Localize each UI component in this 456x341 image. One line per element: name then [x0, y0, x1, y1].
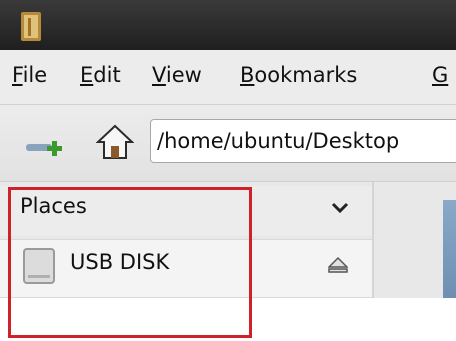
- menu-file[interactable]: File: [12, 63, 47, 87]
- menu-edit[interactable]: Edit: [80, 63, 121, 87]
- eject-icon[interactable]: [328, 256, 348, 274]
- home-icon[interactable]: [96, 124, 134, 160]
- window-titlebar: [0, 0, 456, 50]
- new-tab-icon[interactable]: [24, 136, 64, 160]
- menu-view[interactable]: View: [152, 63, 202, 87]
- main-pane-content: [443, 200, 456, 298]
- menu-bookmarks[interactable]: Bookmarks: [240, 63, 357, 87]
- chevron-down-icon[interactable]: [330, 200, 350, 216]
- menu-bar: File Edit View Bookmarks G: [0, 50, 456, 105]
- location-bar[interactable]: /home/ubuntu/Desktop: [150, 119, 456, 163]
- folder-icon: [21, 12, 41, 41]
- highlight-annotation: [8, 187, 252, 338]
- menu-go[interactable]: G: [432, 63, 448, 87]
